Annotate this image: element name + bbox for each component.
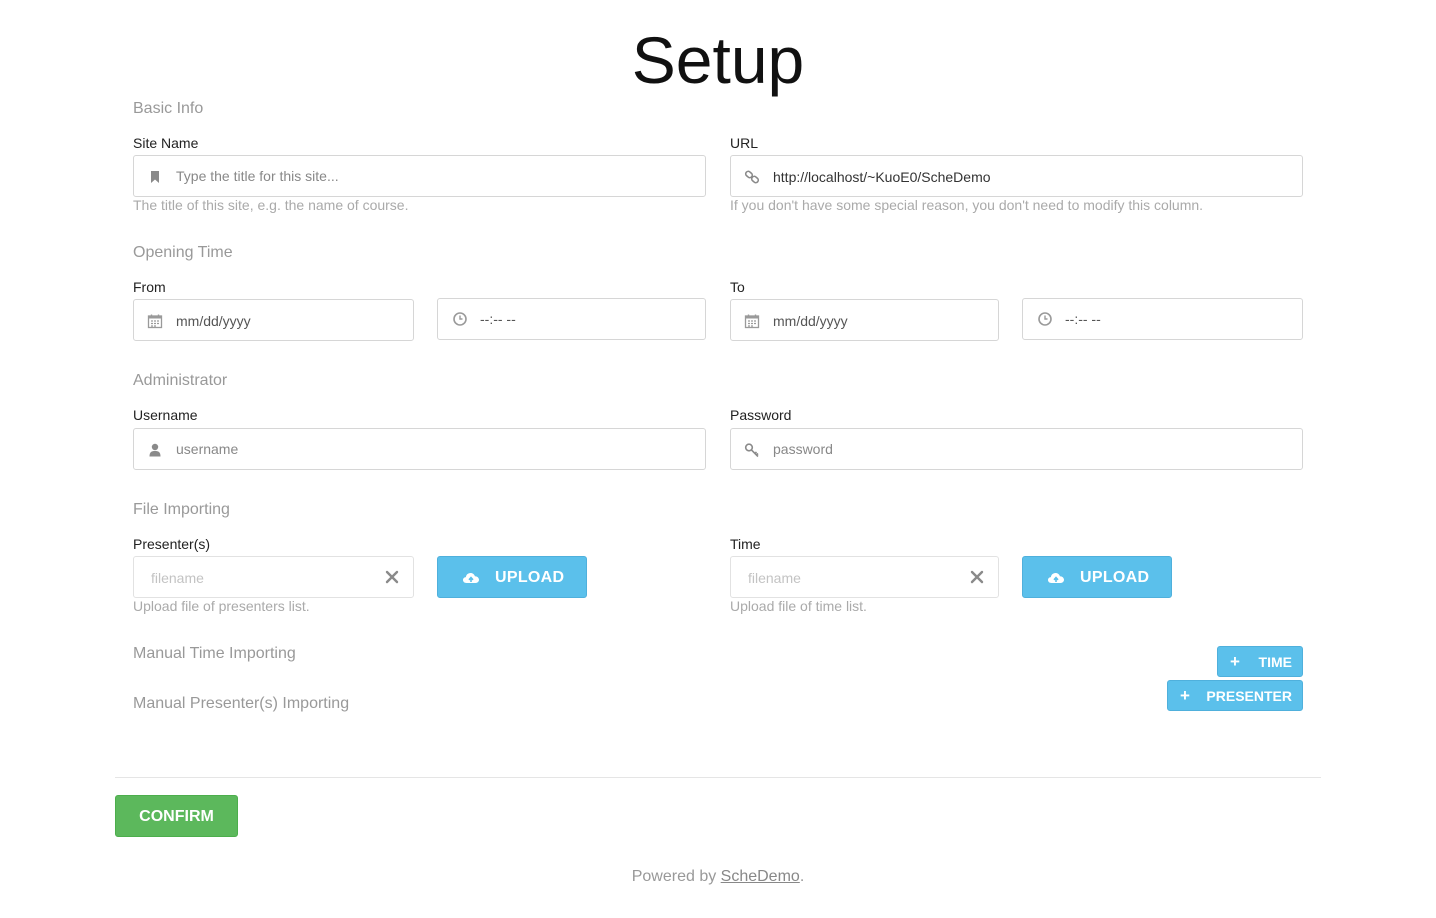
close-icon[interactable] [385,570,399,584]
password-field[interactable] [730,428,1303,470]
to-date-field[interactable]: mm/dd/yyyy [730,299,999,341]
presenters-label: Presenter(s) [133,536,211,552]
clock-icon [1038,312,1052,326]
section-administrator: Administrator [133,372,228,389]
from-date-field[interactable]: mm/dd/yyyy [133,299,414,341]
presenters-help: Upload file of presenters list. [133,598,310,614]
to-label: To [730,279,745,295]
add-presenter-label: PRESENTER [1206,688,1292,704]
cloud-upload-icon [463,573,479,583]
clock-icon [453,312,467,326]
from-label: From [133,279,166,295]
time-label: Time [730,536,761,552]
from-time-value: --:-- -- [480,311,516,327]
from-time-field[interactable]: --:-- -- [437,298,706,340]
username-field[interactable] [133,428,706,470]
section-opening-time: Opening Time [133,244,233,261]
confirm-button[interactable]: CONFIRM [115,795,238,837]
site-name-label: Site Name [133,135,199,151]
close-icon[interactable] [970,570,984,584]
calendar-icon [744,314,760,329]
password-label: Password [730,407,792,423]
url-label: URL [730,135,759,151]
presenters-upload-button[interactable]: UPLOAD [437,556,587,598]
footer: Powered by ScheDemo. [0,867,1436,887]
time-upload-button[interactable]: UPLOAD [1022,556,1172,598]
site-name-help: The title of this site, e.g. the name of… [133,197,409,213]
calendar-icon [147,314,163,329]
add-time-label: TIME [1258,654,1292,670]
plus-icon: + [1180,686,1190,705]
site-name-input[interactable] [176,156,695,196]
time-file-field[interactable]: filename [730,556,999,598]
bookmark-icon [151,171,159,183]
key-icon [744,443,759,458]
section-manual-time: Manual Time Importing [133,645,296,662]
user-icon [149,443,161,457]
time-filename: filename [748,570,801,586]
plus-icon: + [1230,652,1240,671]
to-time-field[interactable]: --:-- -- [1022,298,1303,340]
presenters-filename: filename [151,570,204,586]
section-file-importing: File Importing [133,501,230,518]
password-input[interactable] [773,429,1292,469]
confirm-label: CONFIRM [139,808,214,825]
section-basic-info: Basic Info [133,100,204,117]
footer-prefix: Powered by [631,868,721,885]
section-manual-presenter: Manual Presenter(s) Importing [133,695,350,712]
divider [115,777,1321,778]
from-date-value: mm/dd/yyyy [176,313,251,329]
footer-suffix: . [799,868,805,885]
add-presenter-button[interactable]: + PRESENTER [1167,680,1303,711]
to-time-value: --:-- -- [1065,311,1101,327]
url-help: If you don't have some special reason, y… [730,197,1204,213]
time-help: Upload file of time list. [730,598,867,614]
presenters-file-field[interactable]: filename [133,556,414,598]
presenters-upload-label: UPLOAD [495,569,565,586]
footer-link[interactable]: ScheDemo [721,868,800,885]
site-name-field[interactable] [133,155,706,197]
link-icon [744,170,760,184]
time-upload-label: UPLOAD [1080,569,1150,586]
url-field[interactable]: http://localhost/~KuoE0/ScheDemo [730,155,1303,197]
add-time-button[interactable]: + TIME [1217,646,1303,677]
page-title: Setup [631,23,805,97]
cloud-upload-icon [1048,573,1064,583]
to-date-value: mm/dd/yyyy [773,313,848,329]
username-label: Username [133,407,198,423]
username-input[interactable] [176,429,695,469]
url-value: http://localhost/~KuoE0/ScheDemo [773,169,991,185]
